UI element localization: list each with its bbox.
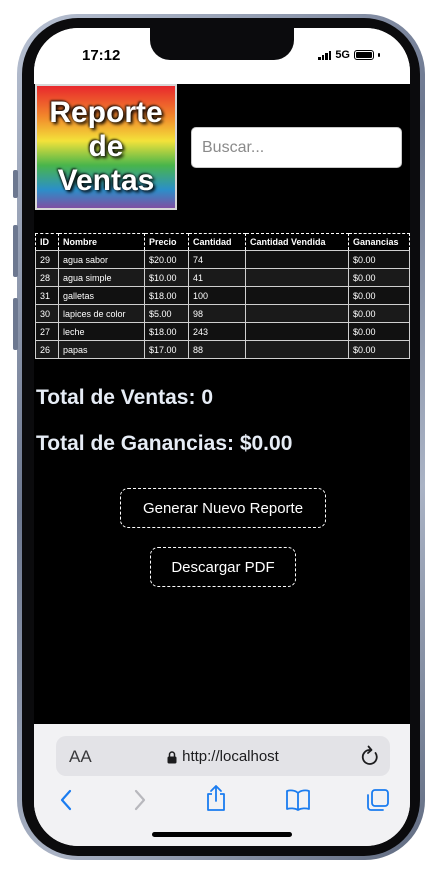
table-row: 30 lapices de color $5.00 98 $0.00 (35, 304, 410, 323)
cell-ganancias: $0.00 (348, 322, 410, 341)
logo-line-3: Ventas (57, 164, 155, 197)
battery-icon (354, 50, 374, 60)
column-header-ganancias: Ganancias (348, 233, 410, 251)
browser-toolbar: AA http://localhost (34, 724, 410, 846)
share-icon[interactable] (205, 784, 227, 812)
table-row: 28 agua simple $10.00 41 $0.00 (35, 268, 410, 287)
table-row: 31 galletas $18.00 100 $0.00 (35, 286, 410, 305)
table-row: 29 agua sabor $20.00 74 $0.00 (35, 250, 410, 269)
url-text: http://localhost (182, 748, 279, 765)
total-ganancias: Total de Ganancias: $0.00 (36, 432, 293, 455)
sales-table: ID Nombre Precio Cantidad Cantidad Vendi… (35, 233, 410, 359)
cell-nombre: lapices de color (58, 304, 145, 323)
cell-ganancias: $0.00 (348, 268, 410, 287)
cell-cantidad: 41 (188, 268, 246, 287)
cell-cantidad-vendida (245, 304, 349, 323)
column-header-nombre: Nombre (58, 233, 145, 251)
status-icons: 5G (318, 49, 380, 61)
back-icon[interactable] (59, 788, 73, 812)
bookmarks-icon[interactable] (285, 788, 311, 812)
cell-precio: $18.00 (144, 286, 189, 305)
cell-cantidad: 88 (188, 340, 246, 359)
cell-precio: $17.00 (144, 340, 189, 359)
status-bar: 17:12 5G (34, 28, 410, 84)
cell-cantidad: 74 (188, 250, 246, 269)
reload-icon[interactable] (360, 745, 380, 767)
notch (150, 28, 294, 60)
cell-nombre: papas (58, 340, 145, 359)
table-header-row: ID Nombre Precio Cantidad Cantidad Vendi… (35, 233, 410, 251)
total-ventas: Total de Ventas: 0 (36, 386, 213, 409)
battery-tip (378, 53, 380, 57)
signal-icon (318, 50, 332, 60)
cell-cantidad-vendida (245, 268, 349, 287)
cell-cantidad-vendida (245, 340, 349, 359)
cell-precio: $20.00 (144, 250, 189, 269)
column-header-precio: Precio (144, 233, 189, 251)
network-label: 5G (335, 49, 350, 61)
logo-line-2: de (88, 130, 124, 163)
web-content: Reporte de Ventas ID Nombre Precio Canti… (34, 84, 410, 724)
forward-icon[interactable] (133, 788, 147, 812)
cell-id: 31 (35, 286, 59, 305)
cell-id: 30 (35, 304, 59, 323)
cell-id: 27 (35, 322, 59, 341)
cell-cantidad: 98 (188, 304, 246, 323)
cell-nombre: galletas (58, 286, 145, 305)
cell-nombre: agua simple (58, 268, 145, 287)
cell-precio: $18.00 (144, 322, 189, 341)
phone-screen: 17:12 5G Reporte de Ventas ID Nombre (34, 28, 410, 846)
logo: Reporte de Ventas (35, 84, 177, 210)
cell-precio: $10.00 (144, 268, 189, 287)
column-header-id: ID (35, 233, 59, 251)
volume-up-button (13, 225, 18, 277)
cell-ganancias: $0.00 (348, 250, 410, 269)
cell-ganancias: $0.00 (348, 340, 410, 359)
lock-icon (167, 750, 177, 764)
cell-cantidad-vendida (245, 286, 349, 305)
search-input[interactable] (191, 127, 402, 168)
cell-cantidad: 243 (188, 322, 246, 341)
cell-nombre: leche (58, 322, 145, 341)
cell-precio: $5.00 (144, 304, 189, 323)
cell-ganancias: $0.00 (348, 286, 410, 305)
tabs-icon[interactable] (366, 788, 390, 812)
cell-cantidad-vendida (245, 250, 349, 269)
cell-cantidad: 100 (188, 286, 246, 305)
cell-id: 29 (35, 250, 59, 269)
download-pdf-button[interactable]: Descargar PDF (150, 547, 296, 587)
cell-ganancias: $0.00 (348, 304, 410, 323)
column-header-cantidad: Cantidad (188, 233, 246, 251)
table-row: 26 papas $17.00 88 $0.00 (35, 340, 410, 359)
table-row: 27 leche $18.00 243 $0.00 (35, 322, 410, 341)
cell-id: 26 (35, 340, 59, 359)
cell-id: 28 (35, 268, 59, 287)
generate-report-button[interactable]: Generar Nuevo Reporte (120, 488, 326, 528)
column-header-cantidad-vendida: Cantidad Vendida (245, 233, 349, 251)
cell-cantidad-vendida (245, 322, 349, 341)
cell-nombre: agua sabor (58, 250, 145, 269)
volume-down-button (13, 298, 18, 350)
status-time: 17:12 (82, 47, 121, 64)
address-bar[interactable]: AA http://localhost (56, 736, 390, 776)
mute-switch (13, 170, 18, 198)
home-indicator (152, 832, 292, 837)
logo-line-1: Reporte (49, 96, 163, 129)
